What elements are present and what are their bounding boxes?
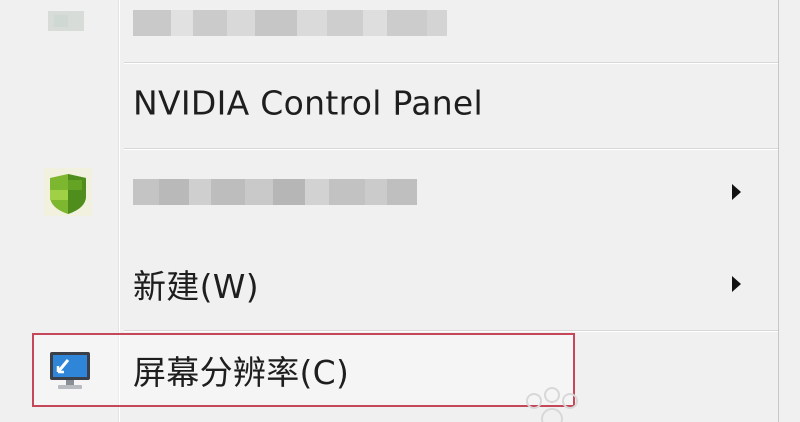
blurred-app-icon — [44, 0, 92, 45]
paw-watermark-icon — [512, 383, 592, 422]
chevron-right-icon — [732, 184, 741, 200]
menu-item-obscured-top[interactable] — [0, 0, 778, 48]
menu-separator — [124, 330, 778, 332]
menu-item-label: NVIDIA Control Panel — [133, 83, 484, 123]
menu-item-label: 屏幕分辨率(C) — [133, 353, 350, 392]
menu-item-new[interactable]: 新建(W) — [0, 254, 778, 314]
menu-item-obscured-submenu[interactable] — [0, 162, 778, 222]
chevron-right-icon — [732, 276, 741, 292]
menu-separator — [124, 148, 778, 150]
menu-item-screen-resolution[interactable]: 屏幕分辨率(C) — [0, 340, 778, 400]
menu-item-nvidia-control-panel[interactable]: NVIDIA Control Panel — [0, 73, 778, 133]
obscured-label — [133, 9, 447, 36]
monitor-icon — [46, 346, 94, 394]
menu-separator — [124, 62, 778, 64]
obscured-label — [133, 179, 417, 205]
green-shield-icon — [44, 168, 92, 216]
menu-item-label: 新建(W) — [133, 267, 259, 306]
context-menu: NVIDIA Control Panel 新建(W) 屏幕分辨率(C) — [0, 0, 779, 422]
